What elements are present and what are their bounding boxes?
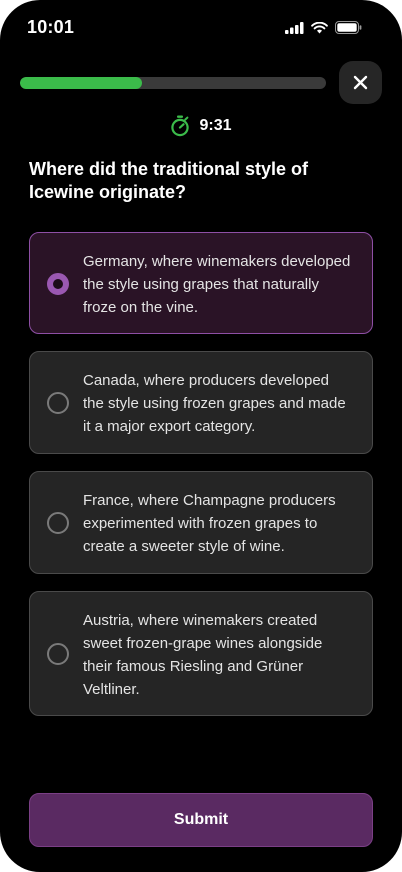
status-icons — [285, 21, 362, 34]
answer-option-france[interactable]: France, where Champagne producers experi… — [29, 471, 373, 574]
answer-option-text: Austria, where winemakers created sweet … — [83, 612, 323, 698]
timer: 9:31 — [0, 115, 402, 137]
close-button[interactable] — [339, 61, 382, 104]
answer-option-canada[interactable]: Canada, where producers developed the st… — [29, 351, 373, 454]
answer-option-austria[interactable]: Austria, where winemakers created sweet … — [29, 591, 373, 716]
radio-button[interactable] — [47, 643, 69, 665]
quiz-screen: 10:01 9:31 Where did the traditional sty… — [0, 0, 402, 872]
stopwatch-icon — [171, 115, 190, 137]
radio-button[interactable] — [47, 512, 69, 534]
cellular-signal-icon — [285, 21, 304, 34]
timer-text: 9:31 — [199, 117, 232, 134]
progress-bar — [20, 77, 326, 89]
close-icon — [353, 75, 368, 90]
status-bar: 10:01 — [0, 0, 402, 56]
wifi-icon — [311, 21, 328, 33]
submit-button[interactable]: Submit — [29, 793, 373, 847]
answer-option-text: Canada, where producers developed the st… — [83, 372, 346, 435]
question-text: Where did the traditional style of Icewi… — [29, 159, 309, 202]
status-time: 10:01 — [27, 17, 75, 37]
answer-option-text: France, where Champagne producers experi… — [83, 492, 336, 555]
battery-icon — [335, 21, 362, 34]
radio-button[interactable] — [47, 392, 69, 414]
radio-button-selected[interactable] — [47, 273, 69, 295]
progress-fill — [20, 77, 143, 89]
answer-option-text: Germany, where winemakers developed the … — [83, 253, 351, 316]
answer-option-germany[interactable]: Germany, where winemakers developed the … — [29, 232, 373, 334]
